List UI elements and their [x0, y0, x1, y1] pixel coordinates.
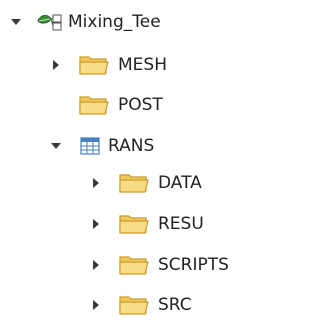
tree-node-src[interactable]: SRC [86, 285, 192, 325]
expand-arrow-down-icon[interactable] [46, 136, 66, 156]
tree-node-post[interactable]: POST [46, 85, 163, 125]
study-tree: Mixing_Tee MESH POST RANS DATA RESU SCRI… [0, 0, 268, 333]
tree-node-scripts[interactable]: SCRIPTS [86, 245, 229, 285]
folder-icon [118, 253, 150, 277]
tree-node-label: MESH [118, 55, 167, 75]
folder-icon [118, 212, 150, 236]
tree-node-label: RESU [158, 214, 204, 234]
tree-node-label: DATA [158, 173, 202, 193]
tree-node-label: SCRIPTS [158, 255, 229, 275]
folder-icon [118, 171, 150, 195]
tree-node-label: Mixing_Tee [68, 12, 161, 32]
tree-node-resu[interactable]: RESU [86, 204, 204, 244]
tree-node-label: SRC [158, 295, 192, 315]
tree-node-rans[interactable]: RANS [46, 126, 154, 166]
tree-node-label: POST [118, 95, 163, 115]
expand-arrow-right-icon[interactable] [86, 214, 106, 234]
expand-arrow-right-icon[interactable] [86, 255, 106, 275]
study-leaf-icon [36, 11, 66, 33]
tree-node-data[interactable]: DATA [86, 163, 202, 203]
expand-arrow-right-icon[interactable] [86, 173, 106, 193]
tree-node-label: RANS [108, 136, 155, 156]
tree-node-mixing-tee[interactable]: Mixing_Tee [6, 2, 161, 42]
folder-icon [78, 53, 110, 77]
expand-arrow-right-icon[interactable] [46, 55, 66, 75]
case-table-icon [78, 137, 102, 155]
expand-arrow-down-icon[interactable] [6, 12, 26, 32]
expand-arrow-right-icon[interactable] [86, 295, 106, 315]
folder-icon [118, 293, 150, 317]
tree-node-mesh[interactable]: MESH [46, 45, 167, 85]
folder-icon [78, 93, 110, 117]
